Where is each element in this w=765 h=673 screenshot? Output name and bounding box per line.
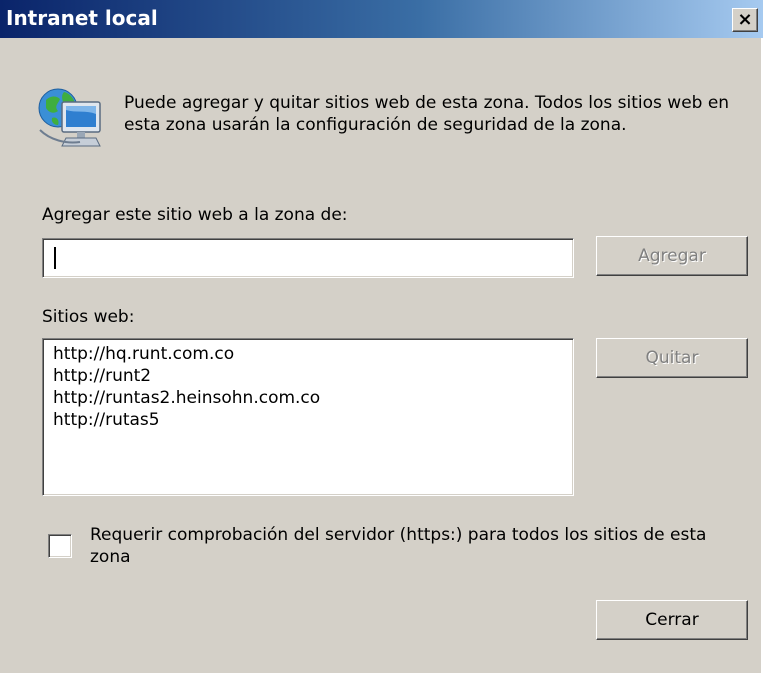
close-window-button[interactable]: ×	[732, 8, 758, 32]
window-title: Intranet local	[6, 6, 158, 30]
require-https-checkbox[interactable]	[48, 534, 72, 558]
close-icon: ×	[737, 8, 753, 30]
globe-computer-icon	[38, 88, 101, 147]
zone-description: Puede agregar y quitar sitios web de est…	[124, 93, 730, 135]
remove-button[interactable]: Quitar	[596, 338, 748, 378]
close-button[interactable]: Cerrar	[596, 600, 748, 640]
intranet-zone-dialog: Intranet local × Puede agregar y quitar …	[0, 0, 763, 673]
site-url-input[interactable]	[42, 238, 574, 278]
add-site-label: Agregar este sitio web a la zona de:	[42, 205, 348, 225]
list-item[interactable]: http://runt2	[53, 365, 563, 387]
add-button[interactable]: Agregar	[596, 236, 748, 276]
require-https-label[interactable]: Requerir comprobación del servidor (http…	[90, 524, 730, 568]
list-item[interactable]: http://runtas2.heinsohn.com.co	[53, 387, 563, 409]
list-item[interactable]: http://rutas5	[53, 409, 563, 431]
list-item[interactable]: http://hq.runt.com.co	[53, 343, 563, 365]
websites-list[interactable]: http://hq.runt.com.co http://runt2 http:…	[42, 338, 574, 496]
text-caret	[54, 247, 56, 269]
title-bar[interactable]: Intranet local ×	[0, 0, 763, 38]
websites-label: Sitios web:	[42, 307, 135, 327]
